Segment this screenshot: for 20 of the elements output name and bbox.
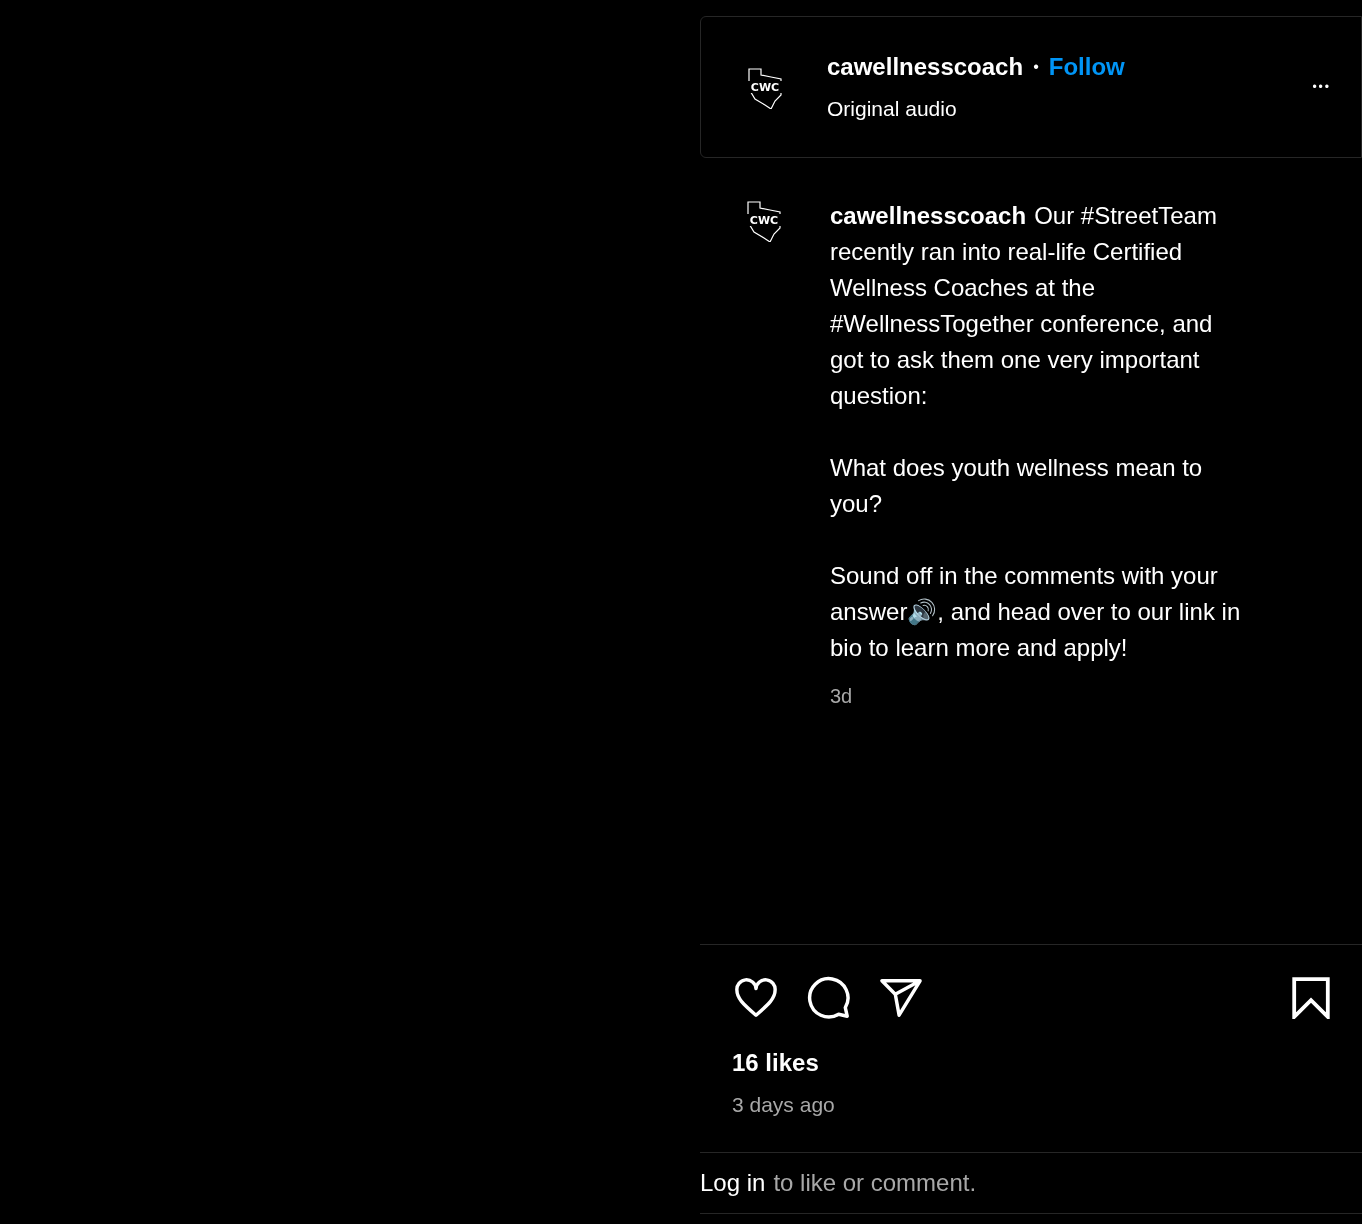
comment-icon[interactable] [806, 975, 852, 1021]
caption-text: Sound off in the comments with your answer🔊, and head over to our link in bio to learn more and apply! [830, 561, 1242, 663]
audio-label: Original audio [827, 96, 958, 123]
caption-age: 3d [830, 684, 853, 709]
follow-link[interactable]: Follow [1048, 49, 1125, 86]
send-icon[interactable] [878, 977, 924, 1019]
caption-text: What does youth wellness mean to you? [830, 453, 1204, 519]
post-date: 3 days ago [732, 1092, 835, 1118]
logo-icon: CWC [744, 198, 784, 242]
login-link[interactable]: Log in [700, 1165, 766, 1201]
heart-icon[interactable] [732, 977, 780, 1019]
username-link[interactable]: cawellnesscoach [827, 49, 1024, 86]
username-link[interactable]: cawellnesscoach [830, 202, 1027, 229]
logo-icon: CWC [745, 65, 785, 109]
bookmark-icon[interactable] [1292, 977, 1330, 1019]
login-prompt: to like or comment. [773, 1168, 977, 1198]
caption-text: cawellnesscoach Our #StreetTeam recently ran into real-life Certified Wellness Coaches at the #WellnessTogether conference, and got to ask them one very important question: [830, 201, 1218, 411]
separator-dot: • [1033, 57, 1039, 78]
likes-count: 16 likes [732, 1048, 819, 1078]
more-options-button[interactable]: ••• [1312, 78, 1331, 96]
